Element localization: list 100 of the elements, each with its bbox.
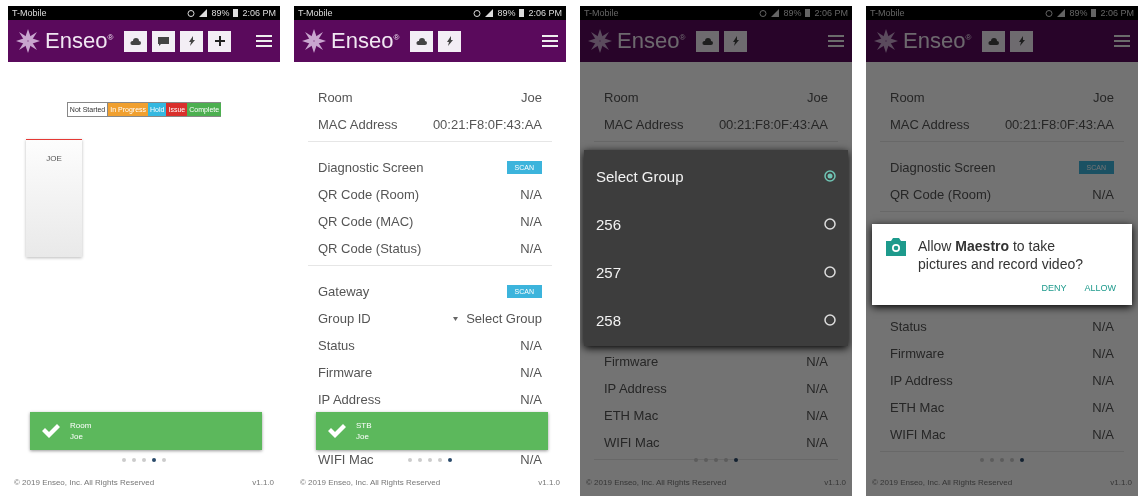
menu-icon[interactable]: [542, 35, 558, 47]
row-value: N/A: [806, 435, 828, 450]
group-option[interactable]: Select Group: [584, 152, 848, 200]
toast-subtitle: Joe: [70, 432, 84, 441]
row-value: Joe: [521, 90, 542, 105]
copyright-text: © 2019 Enseo, Inc. All Rights Reserved: [300, 477, 441, 487]
row-value: N/A: [520, 214, 542, 229]
message-icon: [158, 36, 170, 46]
camera-icon: [886, 238, 906, 256]
row-value: Joe: [807, 90, 828, 105]
row-label: Gateway: [318, 284, 370, 299]
signal-icon: [199, 9, 208, 17]
page-dot[interactable]: [132, 458, 136, 462]
page-dot[interactable]: [438, 458, 442, 462]
row-label: Status: [318, 338, 355, 353]
row-label: Room: [604, 90, 639, 105]
group-option[interactable]: 258: [584, 296, 848, 344]
row-value: N/A: [520, 452, 542, 467]
bolt-icon: [446, 36, 453, 46]
bolt-button[interactable]: [180, 30, 204, 52]
toast-subtitle: Joe: [356, 432, 370, 441]
row-label: WIFI Mac: [890, 427, 946, 442]
room-card[interactable]: JOE: [26, 139, 82, 257]
row-label: WIFI Mac: [604, 435, 660, 450]
row-label: ETH Mac: [890, 400, 945, 415]
row-label: Firmware: [604, 354, 659, 369]
row-label: Group ID: [318, 311, 371, 326]
row-value: N/A: [1092, 400, 1114, 415]
alarm-icon: [473, 9, 482, 17]
row-label: ETH Mac: [604, 408, 659, 423]
signal-icon: [1057, 9, 1066, 17]
option-label: 257: [596, 263, 622, 281]
brand-logo: Enseo$^{®}$: [617, 28, 686, 54]
bolt-button[interactable]: [438, 30, 462, 52]
battery-icon: [805, 9, 811, 17]
alarm-icon: [1045, 9, 1054, 17]
option-label: 256: [596, 215, 622, 233]
alarm-icon: [187, 9, 196, 17]
toast-title: Room: [70, 421, 92, 430]
brand-logo: Enseo$^{®}$: [903, 28, 972, 54]
flower-logo-icon: [302, 29, 326, 53]
cloud-icon: [416, 37, 428, 45]
row-label: QR Code (Room): [318, 187, 420, 202]
page-dot[interactable]: [408, 458, 412, 462]
battery-level: 89%: [1069, 8, 1088, 18]
row-value: N/A: [806, 354, 828, 369]
bolt-icon: [732, 36, 739, 46]
page-dot[interactable]: [428, 458, 432, 462]
menu-icon[interactable]: [256, 35, 272, 47]
permission-message: Allow Maestro to take pictures and record video?: [918, 238, 1084, 273]
row-value: N/A: [806, 381, 828, 396]
battery-icon: [233, 9, 239, 17]
bolt-icon: [1018, 36, 1025, 46]
group-option[interactable]: 256: [584, 200, 848, 248]
group-option[interactable]: 257: [584, 248, 848, 296]
row-value: N/A: [1092, 346, 1114, 361]
group-select[interactable]: Select Group: [453, 311, 542, 326]
dialog-action[interactable]: ALLOW: [1082, 281, 1118, 295]
option-label: 258: [596, 311, 622, 329]
toast-title: STB: [356, 421, 372, 430]
page-dot[interactable]: [142, 458, 146, 462]
battery-level: 89%: [783, 8, 802, 18]
page-dot[interactable]: [152, 458, 156, 462]
cloud-button[interactable]: [410, 30, 434, 52]
carrier-name: T-Mobile: [870, 8, 905, 18]
page-dot[interactable]: [122, 458, 126, 462]
check-icon: [42, 424, 60, 438]
page-dot[interactable]: [1020, 458, 1024, 462]
row-label: QR Code (Status): [318, 241, 422, 256]
add-button[interactable]: [208, 30, 232, 52]
message-button[interactable]: [152, 30, 176, 52]
page-dot[interactable]: [448, 458, 452, 462]
bolt-icon: [188, 36, 195, 46]
row-value: N/A: [1092, 319, 1114, 334]
battery-icon: [1091, 9, 1097, 17]
cloud-icon: [988, 37, 1000, 45]
row-label: Status: [890, 319, 927, 334]
row-label: QR Code (Room): [890, 187, 992, 202]
caret-icon: [453, 316, 459, 321]
row-value: N/A: [520, 241, 542, 256]
cloud-icon: [130, 37, 142, 45]
battery-icon: [519, 9, 525, 17]
flower-logo-icon: [16, 29, 40, 53]
row-value: N/A: [520, 392, 542, 407]
row-value: 00:21:F8:0F:43:AA: [718, 117, 828, 132]
plus-icon: [214, 36, 225, 46]
row-label: IP Address: [318, 392, 381, 407]
copyright-text: © 2019 Enseo, Inc. All Rights Reserved: [14, 477, 155, 487]
row-label: Diagnostic Screen: [890, 160, 996, 175]
row-label: MAC Address: [890, 117, 970, 132]
battery-level: 89%: [211, 8, 230, 18]
row-label: IP Address: [890, 373, 953, 388]
page-dot[interactable]: [418, 458, 422, 462]
version-text: v1.1.0: [538, 477, 560, 487]
row-label: WIFI Mac: [318, 452, 374, 467]
cloud-button[interactable]: [124, 30, 148, 52]
page-dot[interactable]: [734, 458, 738, 462]
page-dot[interactable]: [162, 458, 166, 462]
flower-logo-icon: [588, 29, 612, 53]
dialog-action[interactable]: DENY: [1039, 281, 1069, 295]
